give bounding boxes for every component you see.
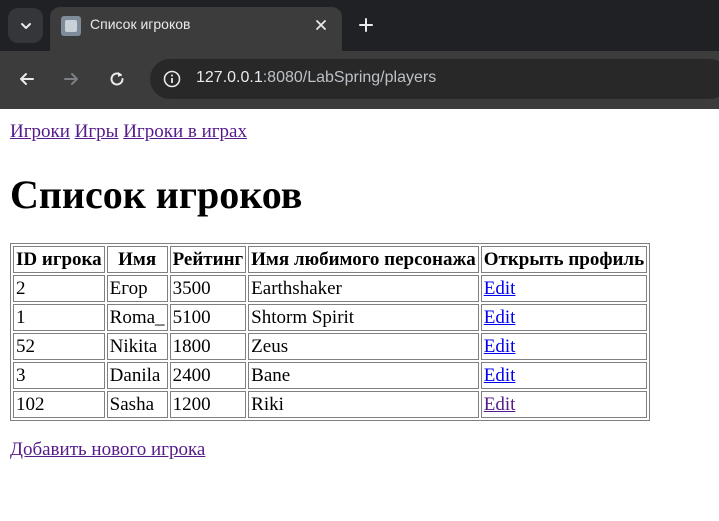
- page-title: Список игроков: [10, 172, 303, 217]
- add-player-section: Добавить нового игрока: [10, 439, 709, 461]
- table-row: 2 Егор 3500 Earthshaker Edit: [13, 275, 648, 302]
- browser-chrome: Список игроков 127.0.0.1:8080/LabSpring/…: [0, 0, 719, 109]
- page-content: Игроки Игры Игроки в играх Список игроко…: [0, 109, 719, 461]
- cell-rating: 1800: [169, 333, 247, 360]
- address-bar[interactable]: 127.0.0.1:8080/LabSpring/players: [150, 59, 719, 99]
- active-tab[interactable]: Список игроков: [50, 7, 342, 51]
- column-header-name: Имя: [106, 246, 168, 273]
- chevron-down-icon: [20, 22, 31, 29]
- table-row: 3 Danila 2400 Bane Edit: [13, 362, 648, 389]
- cell-rating: 5100: [169, 304, 247, 331]
- cell-hero: Bane: [248, 362, 479, 389]
- cell-hero: Riki: [248, 391, 479, 418]
- cell-name: Nikita: [106, 333, 168, 360]
- players-table: ID игрока Имя Рейтинг Имя любимого персо…: [10, 243, 651, 421]
- tab-close-button[interactable]: [309, 13, 333, 37]
- cell-name: Danila: [106, 362, 168, 389]
- url-path: :8080/LabSpring/players: [262, 69, 437, 86]
- table-row: 102 Sasha 1200 Riki Edit: [13, 391, 648, 418]
- cell-hero: Earthshaker: [248, 275, 479, 302]
- column-header-id: ID игрока: [13, 246, 105, 273]
- back-button[interactable]: [11, 63, 43, 95]
- add-player-link[interactable]: Добавить нового игрока: [10, 439, 205, 460]
- nav-link-players[interactable]: Игроки: [10, 121, 70, 142]
- cell-hero: Shtorm Spirit: [248, 304, 479, 331]
- close-icon: [316, 20, 326, 30]
- browser-toolbar: 127.0.0.1:8080/LabSpring/players: [0, 51, 719, 109]
- reload-icon: [110, 72, 124, 86]
- column-header-rating: Рейтинг: [169, 246, 247, 273]
- edit-link[interactable]: Edit: [484, 278, 516, 299]
- column-header-profile: Открыть профиль: [480, 246, 648, 273]
- new-tab-button[interactable]: [352, 11, 380, 39]
- info-icon: [163, 70, 181, 88]
- column-header-hero: Имя любимого персонажа: [248, 246, 479, 273]
- cell-id: 52: [13, 333, 105, 360]
- cell-name: Roma_: [106, 304, 168, 331]
- edit-link[interactable]: Edit: [484, 365, 516, 386]
- tab-title: Список игроков: [90, 16, 191, 32]
- top-nav: Игроки Игры Игроки в играх: [10, 121, 709, 143]
- forward-button[interactable]: [55, 63, 87, 95]
- cell-name: Егор: [106, 275, 168, 302]
- table-row: 1 Roma_ 5100 Shtorm Spirit Edit: [13, 304, 648, 331]
- arrow-right-icon: [64, 73, 78, 85]
- cell-id: 2: [13, 275, 105, 302]
- cell-id: 3: [13, 362, 105, 389]
- cell-rating: 1200: [169, 391, 247, 418]
- cell-id: 102: [13, 391, 105, 418]
- tab-search-button[interactable]: [8, 8, 43, 43]
- cell-action: Edit: [480, 275, 648, 302]
- cell-name: Sasha: [106, 391, 168, 418]
- cell-action: Edit: [480, 391, 648, 418]
- edit-link[interactable]: Edit: [484, 307, 516, 328]
- cell-action: Edit: [480, 304, 648, 331]
- url-text: 127.0.0.1:8080/LabSpring/players: [196, 69, 436, 87]
- cell-action: Edit: [480, 333, 648, 360]
- edit-link[interactable]: Edit: [484, 336, 516, 357]
- table-row: 52 Nikita 1800 Zeus Edit: [13, 333, 648, 360]
- nav-link-games[interactable]: Игры: [75, 121, 119, 142]
- site-info-button[interactable]: [160, 67, 184, 91]
- cell-id: 1: [13, 304, 105, 331]
- reload-button[interactable]: [101, 63, 133, 95]
- tab-strip: Список игроков: [0, 0, 719, 51]
- cell-action: Edit: [480, 362, 648, 389]
- cell-hero: Zeus: [248, 333, 479, 360]
- cell-rating: 3500: [169, 275, 247, 302]
- cell-rating: 2400: [169, 362, 247, 389]
- plus-icon: [359, 18, 373, 32]
- table-header-row: ID игрока Имя Рейтинг Имя любимого персо…: [13, 246, 648, 273]
- arrow-left-icon: [20, 73, 34, 85]
- favicon-icon: [61, 16, 81, 36]
- nav-link-players-in-games[interactable]: Игроки в играх: [123, 121, 247, 142]
- url-host: 127.0.0.1: [196, 69, 263, 86]
- edit-link[interactable]: Edit: [484, 394, 516, 415]
